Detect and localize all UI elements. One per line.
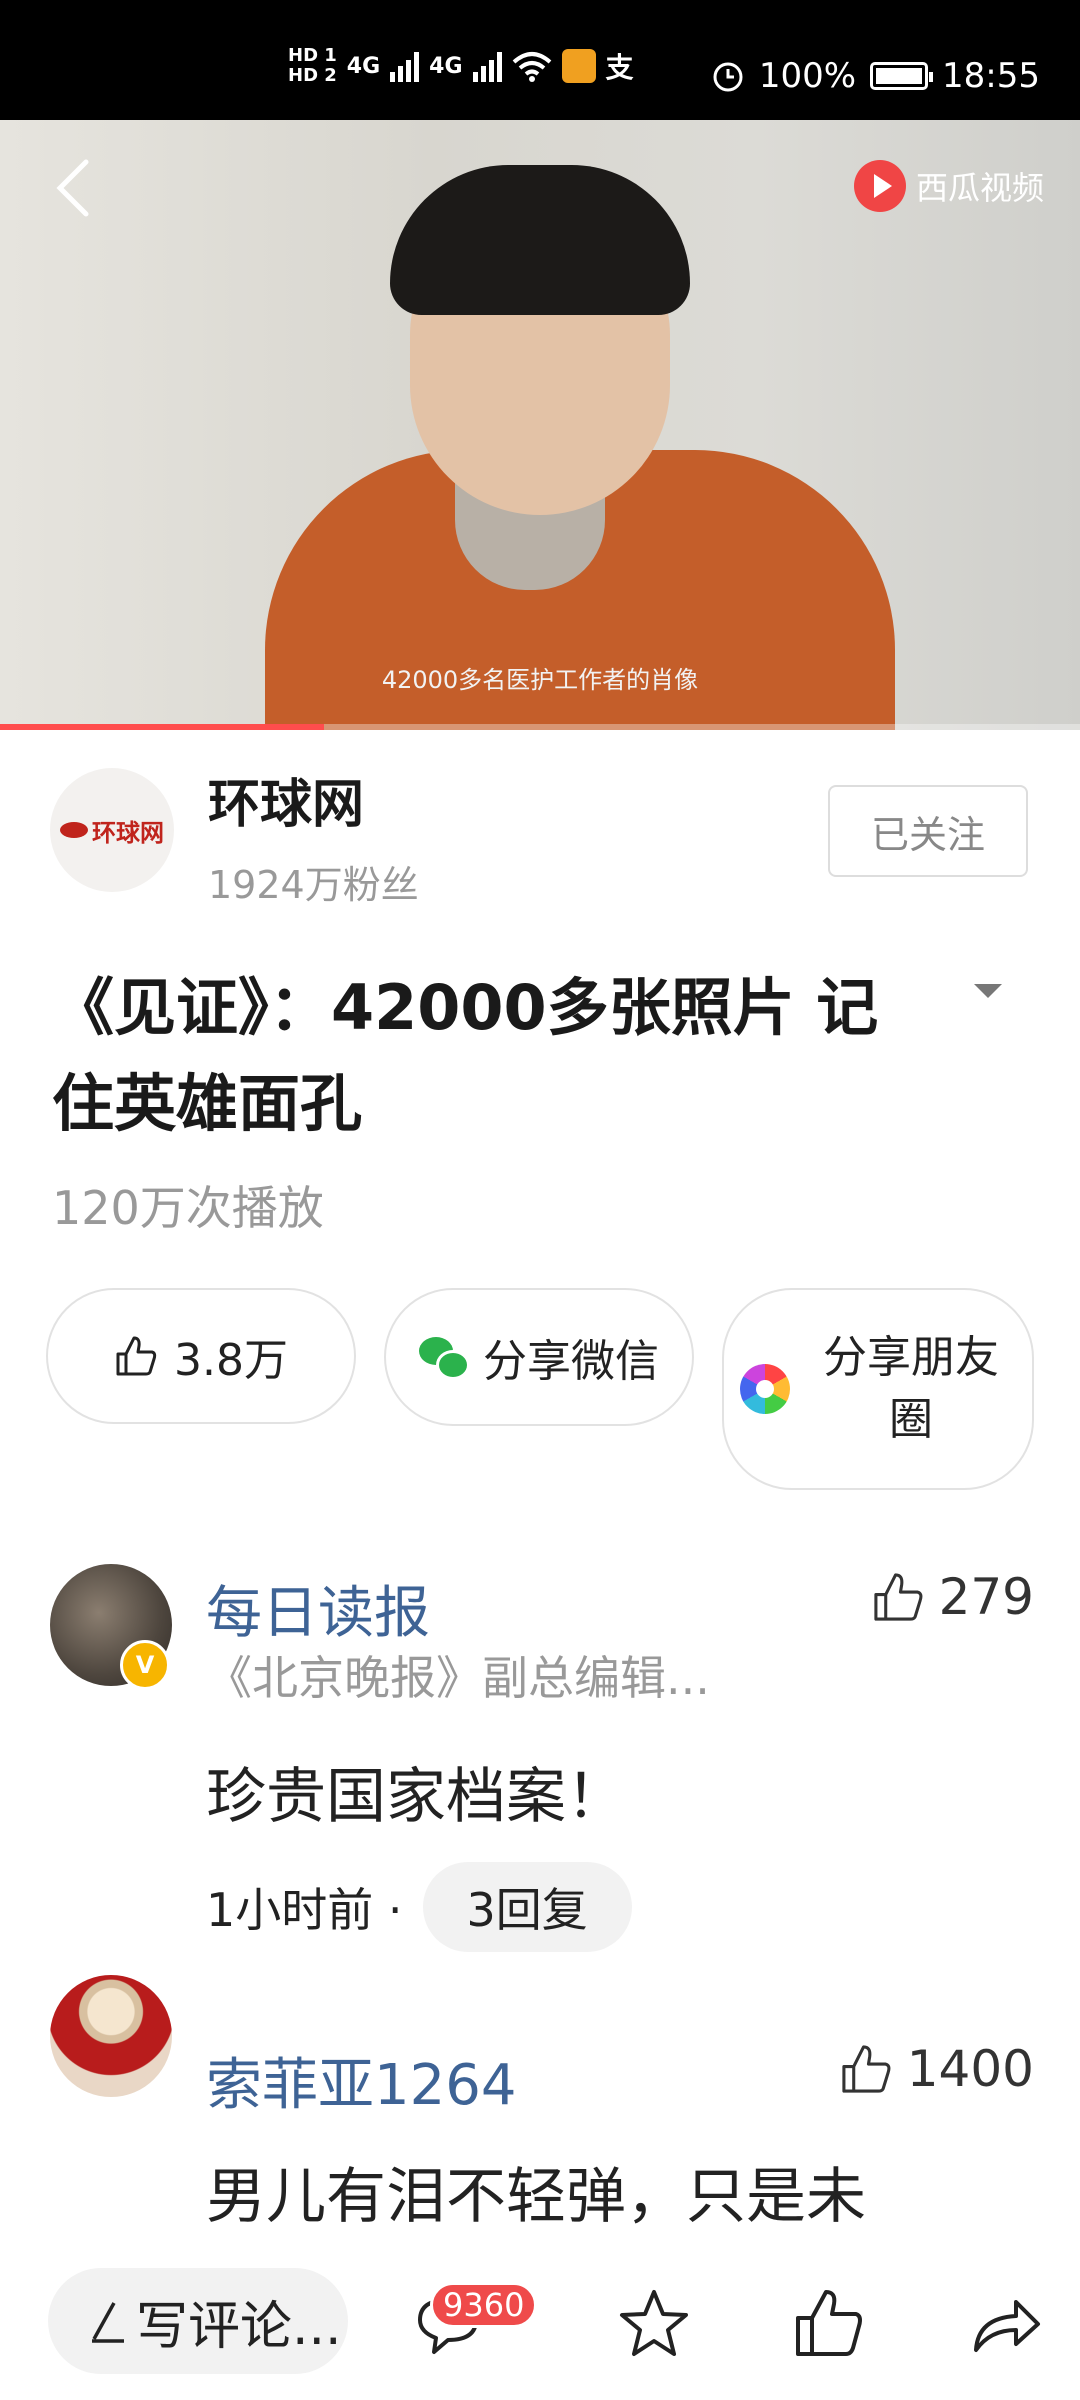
hd2-label: HD 2 — [288, 65, 337, 86]
account-avatar[interactable]: 环球网 — [50, 768, 174, 892]
account-logo: 环球网 — [60, 813, 164, 848]
clock: 18:55 — [942, 56, 1040, 96]
write-comment-input[interactable]: 写评论... — [48, 2268, 348, 2374]
account-name[interactable]: 环球网 — [208, 762, 364, 837]
comment-author[interactable]: 每日读报 — [206, 1568, 430, 1649]
video-progress-fill — [0, 724, 324, 730]
xigua-logo-icon — [853, 160, 906, 212]
follow-button[interactable]: 已关注 — [828, 785, 1028, 877]
status-left: HD 1 HD 2 4G 4G 支 — [288, 46, 634, 86]
net2-label: 4G — [429, 53, 463, 79]
video-title: 《见证》：42000多张照片 记住英雄面孔 — [52, 971, 879, 1140]
share-wechat-button[interactable]: 分享微信 — [384, 1288, 694, 1426]
app-notification-icon — [561, 49, 596, 83]
comment-body: 珍贵国家档案！ — [206, 1762, 626, 1832]
alarm-icon — [713, 62, 743, 92]
video-progress[interactable] — [0, 724, 1080, 730]
status-right: 100% 18:55 — [711, 56, 1040, 96]
comment-like-button[interactable]: 279 — [871, 1568, 1034, 1626]
video-caption: 42000多名医护工作者的肖像 — [381, 666, 699, 694]
comment-time: 1小时前 · — [206, 1883, 403, 1937]
verified-badge: V — [120, 1640, 170, 1690]
comment-like-count: 1400 — [906, 2040, 1034, 2098]
comment-avatar[interactable] — [50, 1975, 172, 2097]
like-count: 3.8万 — [174, 1335, 288, 1386]
back-icon[interactable] — [52, 158, 96, 218]
star-icon[interactable] — [614, 2284, 694, 2364]
hd-indicator: HD 1 HD 2 — [288, 46, 337, 86]
thumbs-up-icon — [873, 1573, 922, 1621]
write-comment-placeholder: 写评论... — [136, 2296, 342, 2357]
battery-percent: 100% — [758, 56, 857, 96]
play-count: 120万次播放 — [52, 1181, 324, 1235]
account-fans: 1924万粉丝 — [208, 863, 419, 907]
share-moments-label: 分享朋友圈 — [823, 1332, 999, 1445]
comment-meta: 1小时前 · 3回复 — [206, 1862, 632, 1952]
moments-icon — [740, 1364, 790, 1414]
comment-like-button[interactable]: 1400 — [839, 2040, 1034, 2098]
like-button[interactable]: 3.8万 — [46, 1288, 356, 1424]
comment-count-badge: 9360 — [430, 2282, 538, 2328]
pay-icon: 支 — [605, 51, 634, 84]
thumbs-up-icon[interactable] — [790, 2284, 870, 2364]
share-moments-button[interactable]: 分享朋友圈 — [722, 1288, 1034, 1490]
share-icon[interactable] — [966, 2284, 1046, 2364]
bottom-bar: 写评论... 9360 — [0, 2240, 1080, 2400]
thumbs-up-icon — [842, 2045, 891, 2093]
xigua-logo: 西瓜视频 — [853, 160, 1044, 212]
comment-body: 男儿有泪不轻弹，只是未 — [206, 2162, 866, 2232]
platform-name: 西瓜视频 — [915, 169, 1044, 207]
pencil-icon — [92, 2302, 124, 2343]
hd1-label: HD 1 — [288, 45, 337, 66]
signal1-icon — [390, 50, 420, 82]
battery-icon — [870, 62, 934, 90]
reply-count-button[interactable]: 3回复 — [422, 1862, 632, 1952]
comment-author-title: 《北京晚报》副总编辑... — [206, 1651, 710, 1705]
comment-like-count: 279 — [938, 1568, 1034, 1626]
status-bar: HD 1 HD 2 4G 4G 支 100% 18:55 — [0, 0, 1080, 120]
share-wechat-label: 分享微信 — [483, 1336, 659, 1387]
account-logo-text: 环球网 — [92, 818, 164, 847]
wifi-icon — [512, 52, 551, 82]
comment-author[interactable]: 索菲亚1264 — [206, 2040, 517, 2121]
signal2-icon — [472, 50, 502, 82]
wechat-icon — [419, 1337, 467, 1377]
dropdown-icon[interactable] — [974, 984, 1002, 998]
thumbs-up-icon — [116, 1336, 157, 1376]
video-player[interactable]: 西瓜视频 42000多名医护工作者的肖像 — [0, 120, 1080, 730]
net1-label: 4G — [346, 53, 381, 79]
video-frame-hair — [390, 165, 690, 315]
